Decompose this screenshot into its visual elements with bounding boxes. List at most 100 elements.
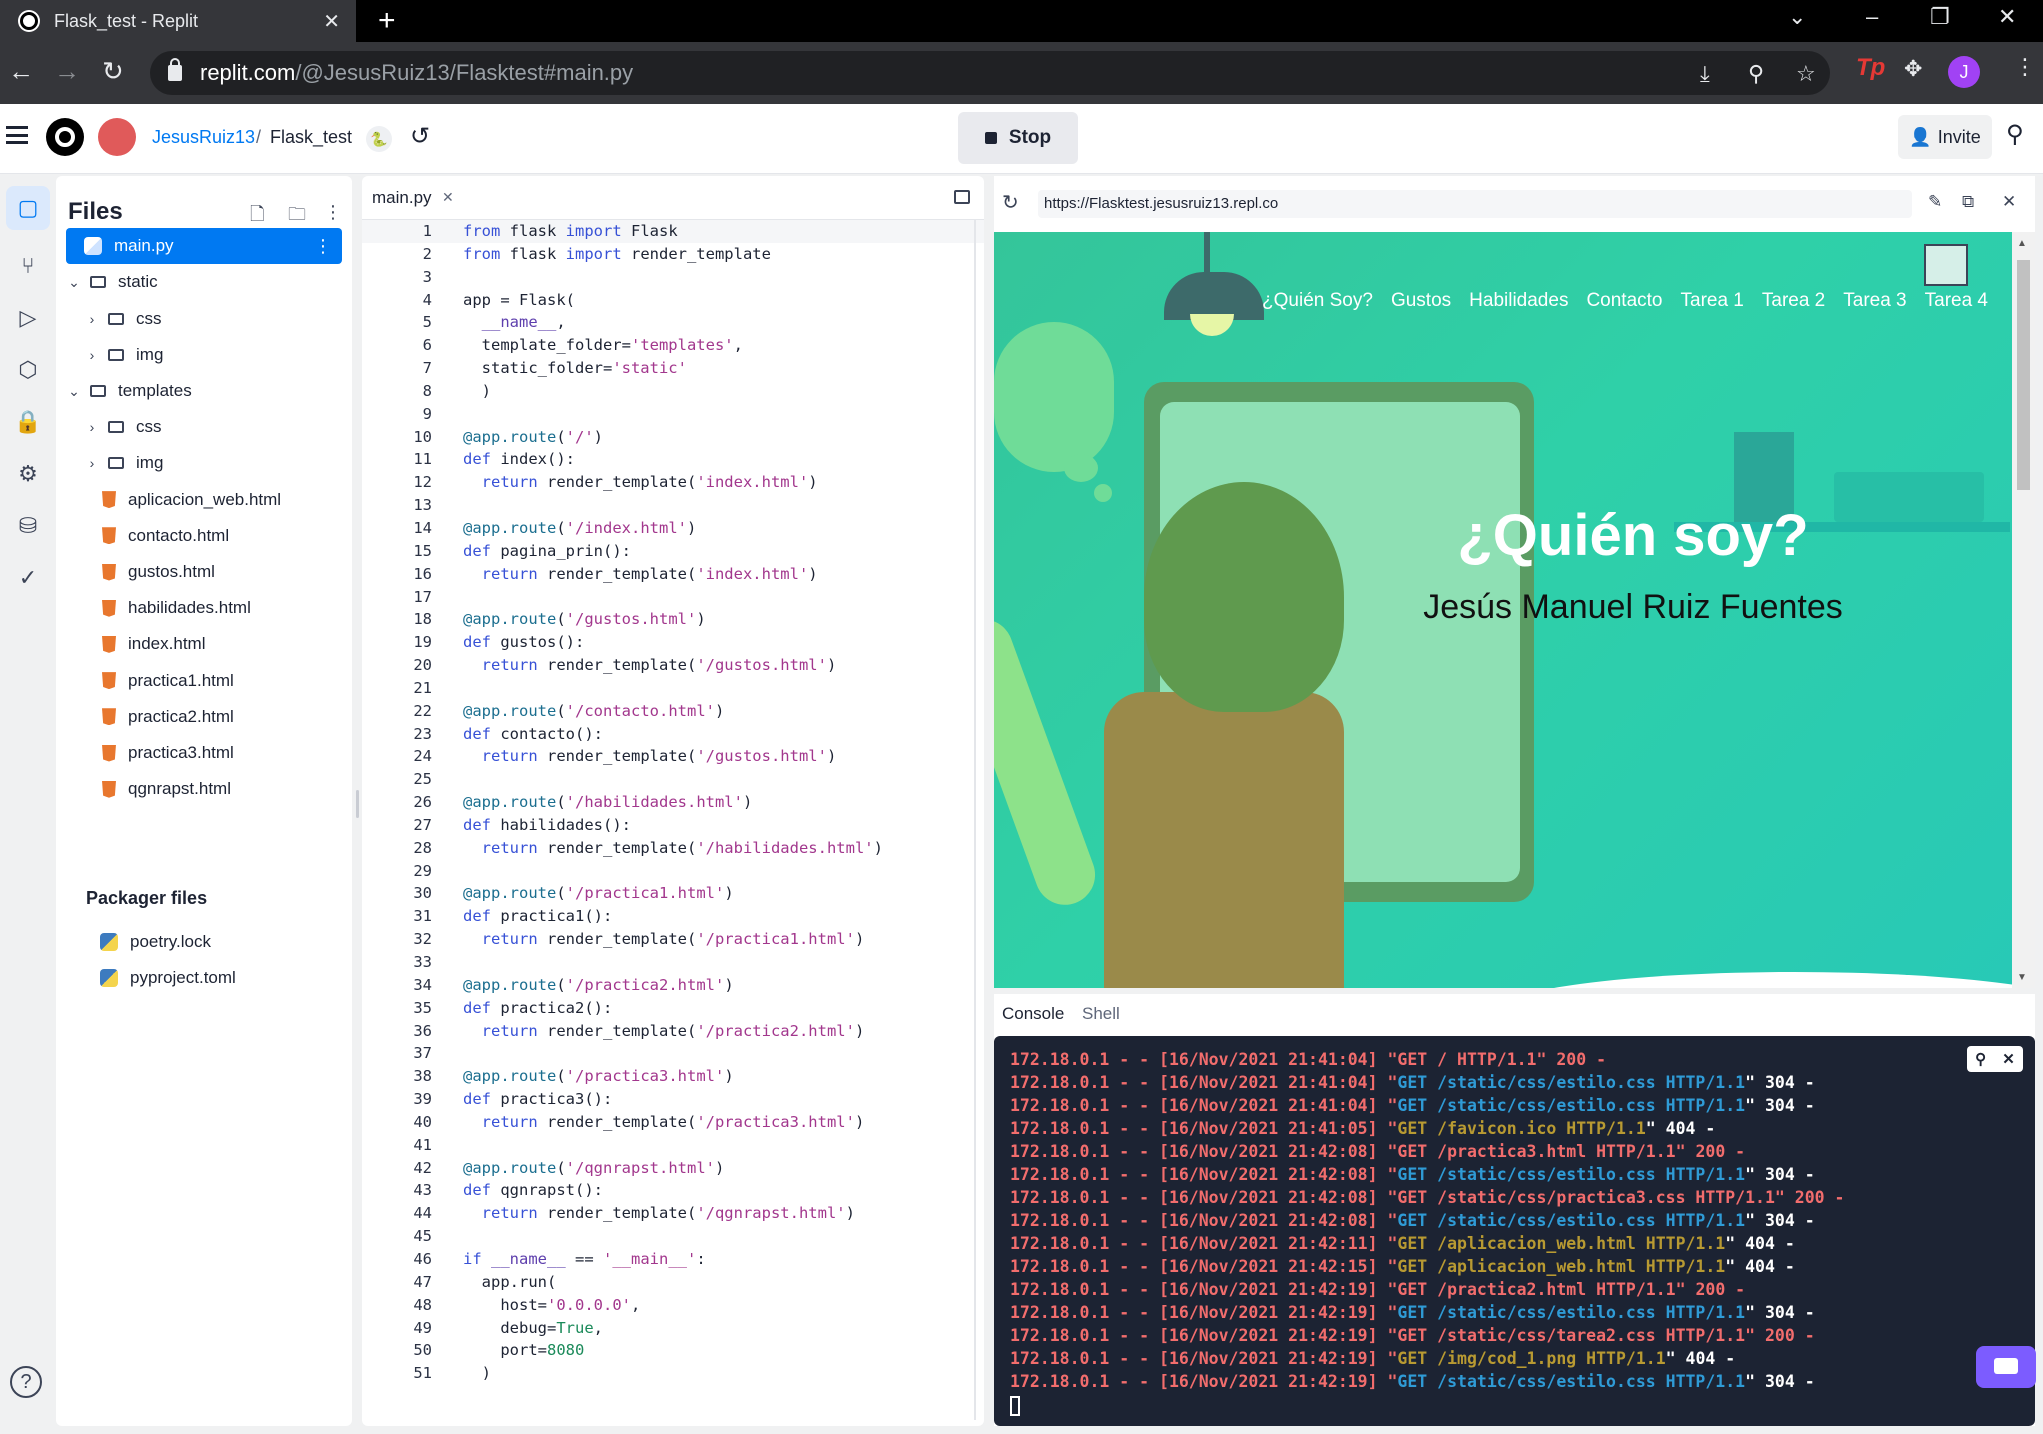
code-line[interactable]: 2 from flask import render_template [362,243,984,266]
webview-scrollbar[interactable]: ▲ ▼ [2012,232,2035,988]
code-line[interactable]: 32 return render_template('/practica1.ht… [362,928,984,951]
invite-button[interactable]: 👤 Invite [1898,115,1992,159]
reload-icon[interactable]: ↻ [102,56,124,87]
debugger-icon[interactable]: ▷ [14,304,42,332]
webview-url-input[interactable]: https://Flasktest.jesusruiz13.repl.co [1038,190,1912,218]
site-nav-link[interactable]: Gustos [1391,290,1451,312]
search-icon[interactable]: ⚲ [2006,120,2024,149]
site-nav-link[interactable]: Tarea 3 [1843,290,1906,312]
code-line[interactable]: 35 def practica2(): [362,997,984,1020]
editor-layout-icon[interactable] [954,190,970,204]
site-nav-link[interactable]: Tarea 2 [1762,290,1825,312]
code-line[interactable]: 44 return render_template('/qgnrapst.htm… [362,1202,984,1225]
console-search-icon[interactable]: ⚲ [1975,1050,1986,1068]
code-line[interactable]: 22 @app.route('/contacto.html') [362,700,984,723]
file-tree-item[interactable]: › css [66,409,342,445]
code-line[interactable]: 21 [362,677,984,700]
code-line[interactable]: 4 app = Flask( [362,289,984,312]
file-tree-item[interactable]: ⌄ templates [66,373,342,409]
file-tree-item[interactable]: gustos.html [66,554,342,590]
code-line[interactable]: 43 def qgnrapst(): [362,1179,984,1202]
forward-icon[interactable]: → [54,56,80,87]
file-tree-item[interactable]: aplicacion_web.html [66,482,342,518]
restore-icon[interactable]: ❐ [1930,4,1950,30]
back-icon[interactable]: ← [8,56,34,87]
file-tree-item[interactable]: › img [66,445,342,481]
code-area[interactable]: 1 from flask import Flask 2 from flask impo… [362,220,984,1385]
file-tree-item[interactable]: practica2.html [66,699,342,735]
file-tree-item[interactable]: habilidades.html [66,590,342,626]
file-tree-item[interactable]: practica1.html [66,663,342,699]
code-line[interactable]: 34 @app.route('/practica2.html') [362,974,984,997]
code-line[interactable]: 31 def practica1(): [362,905,984,928]
code-line[interactable]: 17 [362,586,984,609]
code-line[interactable]: 47 app.run( [362,1271,984,1294]
code-line[interactable]: 15 def pagina_prin(): [362,540,984,563]
file-tree-item[interactable]: › css [66,301,342,337]
browser-menu-icon[interactable]: ⋮ [2014,54,2036,80]
database-icon[interactable]: ⛁ [14,512,42,540]
file-menu-icon[interactable]: ⋮ [314,236,332,257]
packager-file-item[interactable]: poetry.lock [66,924,342,960]
console-output[interactable]: ⚲ ✕ 172.18.0.1 - - [16/Nov/2021 21:41:04… [994,1036,2035,1426]
code-line[interactable]: 45 [362,1225,984,1248]
webview-close-icon[interactable]: ✕ [2002,192,2016,212]
chevron-right-icon[interactable]: › [84,347,100,363]
site-nav-link[interactable]: Tarea 1 [1681,290,1744,312]
unit-tests-check-icon[interactable]: ✓ [14,564,42,592]
address-bar[interactable]: replit.com/@JesusRuiz13/Flasktest#main.p… [150,51,1830,95]
file-tree-item[interactable]: index.html [66,626,342,662]
console-cursor[interactable] [1010,1395,1020,1416]
chevron-right-icon[interactable]: › [84,419,100,435]
code-line[interactable]: 10 @app.route('/') [362,426,984,449]
version-control-icon[interactable]: ⑂ [14,252,42,280]
code-line[interactable]: 36 return render_template('/practica2.ht… [362,1020,984,1043]
profile-avatar[interactable]: J [1948,56,1980,88]
code-line[interactable]: 24 return render_template('/gustos.html'… [362,745,984,768]
tab-shell[interactable]: Shell [1082,1004,1120,1024]
browser-tab[interactable]: Flask_test - Replit ✕ [0,0,356,42]
code-line[interactable]: 23 def contacto(): [362,723,984,746]
code-line[interactable]: 27 def habilidades(): [362,814,984,837]
code-line[interactable]: 9 [362,403,984,426]
files-menu-icon[interactable]: ⋮ [324,202,342,223]
site-nav-link[interactable]: ¿Quién Soy? [1262,290,1373,312]
site-nav-link[interactable]: Habilidades [1469,290,1568,312]
scrollbar-thumb[interactable] [2017,260,2030,490]
panel-resize-handle[interactable] [356,790,359,818]
tab-console[interactable]: Console [1002,1004,1064,1024]
code-line[interactable]: 40 return render_template('/practica3.ht… [362,1111,984,1134]
scroll-down-icon[interactable]: ▼ [2017,972,2027,983]
file-tree-item[interactable]: main.py ⋮ [66,228,342,265]
code-line[interactable]: 12 return render_template('index.html') [362,471,984,494]
packages-icon[interactable]: ⬡ [14,356,42,384]
settings-gear-icon[interactable]: ⚙ [14,460,42,488]
replit-logo[interactable] [46,118,84,156]
code-line[interactable]: 5 __name__, [362,311,984,334]
code-line[interactable]: 41 [362,1134,984,1157]
user-avatar[interactable] [98,118,136,156]
site-nav-link[interactable]: Tarea 4 [1925,290,1988,312]
code-line[interactable]: 26 @app.route('/habilidades.html') [362,791,984,814]
code-line[interactable]: 25 [362,768,984,791]
chevron-down-icon[interactable]: ⌄ [66,274,82,291]
scroll-up-icon[interactable]: ▲ [2017,238,2027,249]
file-tree-item[interactable]: › img [66,337,342,373]
file-tree-item[interactable]: qgnrapst.html [66,771,342,807]
code-line[interactable]: 20 return render_template('/gustos.html'… [362,654,984,677]
code-line[interactable]: 1 from flask import Flask [362,220,984,243]
install-icon[interactable]: ⤓ [1700,61,1710,87]
hamburger-menu-icon[interactable] [6,126,28,144]
code-line[interactable]: 38 @app.route('/practica3.html') [362,1065,984,1088]
code-line[interactable]: 18 @app.route('/gustos.html') [362,608,984,631]
edit-pencil-icon[interactable]: ✎ [1928,192,1942,212]
code-line[interactable]: 6 template_folder='templates', [362,334,984,357]
editor-tab-close-icon[interactable]: ✕ [442,189,454,206]
code-line[interactable]: 49 debug=True, [362,1317,984,1340]
file-tree-item[interactable]: practica3.html [66,735,342,771]
python-language-icon[interactable]: 🐍 [366,126,392,152]
code-line[interactable]: 19 def gustos(): [362,631,984,654]
new-tab-icon[interactable]: + [378,4,396,38]
username-link[interactable]: JesusRuiz13 [152,127,255,148]
open-new-tab-icon[interactable]: ⧉ [1962,192,1974,212]
